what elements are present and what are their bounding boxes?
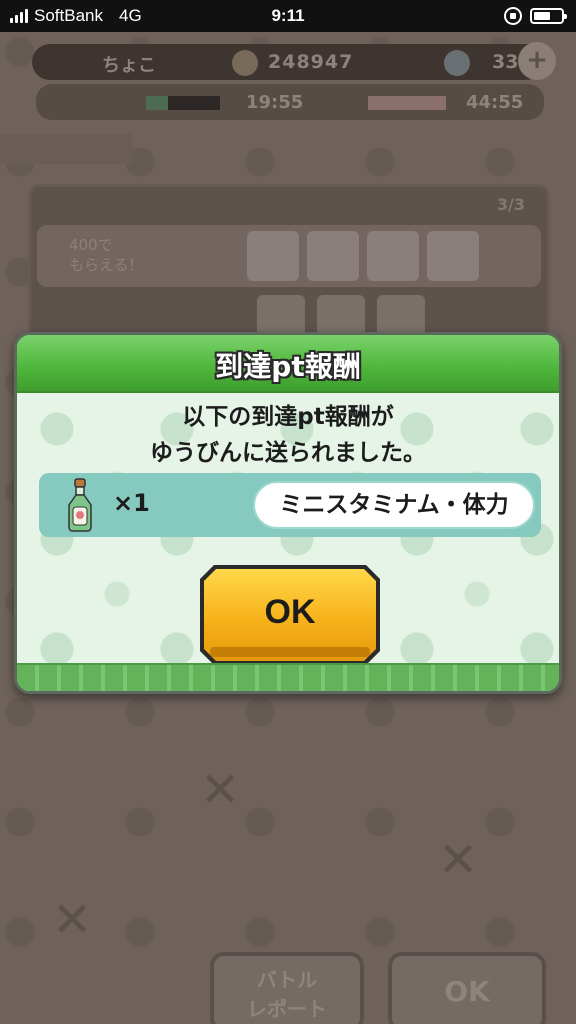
close-mark-icon: ✕ — [200, 762, 241, 818]
reward-slot — [257, 295, 305, 337]
reward-item-row: ×1 ミニスタミナム・体力 — [39, 473, 541, 537]
close-mark-icon: ✕ — [52, 892, 93, 948]
stamina-timer: 19:55 — [246, 92, 304, 113]
section-tag — [0, 134, 132, 164]
reward-slot — [247, 231, 299, 281]
ok-button[interactable]: OK — [200, 565, 380, 665]
potion-bottle-icon — [65, 477, 95, 533]
reward-box: 400で もらえる！ — [37, 225, 541, 287]
status-bar: SoftBank 4G 9:11 — [0, 0, 576, 32]
reward-slot — [317, 295, 365, 337]
reward-slot — [307, 231, 359, 281]
stamina-gauge — [146, 96, 220, 110]
reward-slot — [377, 295, 425, 337]
gem-icon — [444, 50, 470, 76]
reward-quantity: ×1 — [113, 489, 150, 517]
reward-slot — [367, 231, 419, 281]
battery-icon — [530, 8, 567, 24]
dialog-header: 到達pt報酬 — [17, 335, 559, 393]
panel-count: 3/3 — [496, 195, 525, 214]
close-mark-icon: ✕ — [438, 832, 479, 888]
ok-button-face[interactable]: OK — [204, 569, 376, 661]
player-name: ちょこ — [102, 55, 156, 76]
stamina-bar: 19:55 44:55 — [36, 84, 544, 120]
coin-count: 248947 — [268, 51, 354, 73]
rotation-lock-icon — [504, 7, 522, 25]
reward-name: ミニスタミナム・体力 — [253, 481, 535, 529]
status-icons — [504, 7, 567, 25]
ok-button-label: OK — [264, 593, 316, 631]
coin-icon — [232, 50, 258, 76]
battle-report-button: バトル レポート — [210, 952, 364, 1024]
dialog-footer-border — [17, 663, 559, 691]
dialog-title: 到達pt報酬 — [215, 350, 361, 383]
secondary-timer: 44:55 — [466, 92, 524, 113]
background-ok-button: OK — [388, 952, 546, 1024]
message-line-1: 以下の到達pt報酬が — [182, 404, 394, 430]
reward-panel: 3/3 400で もらえる！ — [28, 184, 550, 344]
clock: 9:11 — [271, 6, 305, 25]
reward-box-text: 400で もらえる！ — [69, 236, 144, 274]
secondary-gauge — [368, 96, 446, 110]
dialog-message: 以下の到達pt報酬が ゆうびんに送られました。 — [17, 399, 559, 471]
player-info-bar: ちょこ 248947 339 — [32, 44, 544, 80]
reward-dialog: 到達pt報酬 以下の到達pt報酬が ゆうびんに送られました。 ×1 ミニスタミナ… — [14, 332, 562, 694]
message-line-2: ゆうびんに送られました。 — [150, 440, 426, 466]
reward-slot — [427, 231, 479, 281]
add-gems-icon: + — [518, 42, 556, 80]
